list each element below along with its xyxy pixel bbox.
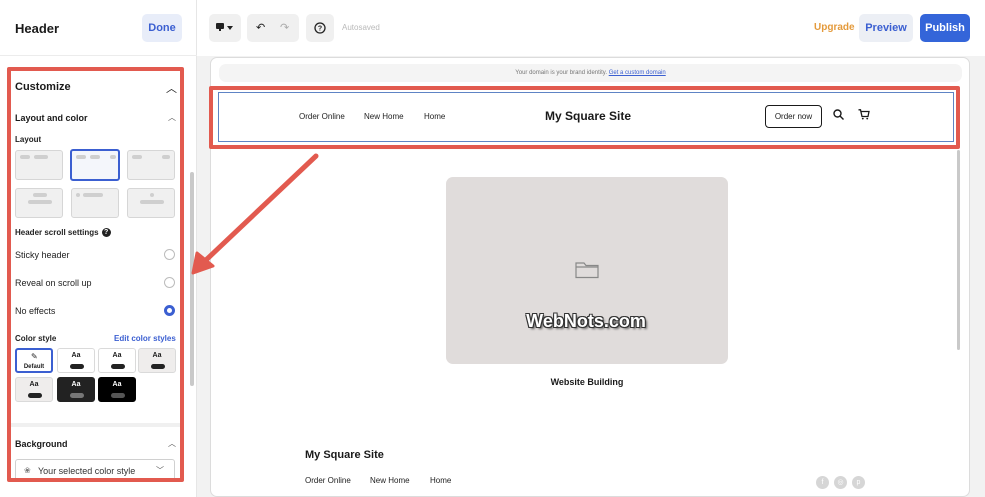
- banner-text: Your domain is your brand identity.: [515, 70, 608, 76]
- chevron-up-icon[interactable]: ︿: [166, 80, 177, 96]
- layout-option[interactable]: [127, 150, 175, 180]
- sidebar-header: Header Done: [0, 0, 197, 56]
- help-button[interactable]: ?: [306, 14, 334, 42]
- background-section-title[interactable]: Background: [15, 439, 68, 449]
- undo-icon[interactable]: ↶: [256, 21, 265, 34]
- facebook-icon[interactable]: f: [816, 476, 829, 489]
- image-caption[interactable]: Website Building: [446, 377, 728, 387]
- color-style-option[interactable]: Aa: [57, 377, 95, 402]
- footer-nav-home[interactable]: Home: [430, 476, 451, 485]
- preview-button[interactable]: Preview: [859, 14, 913, 42]
- radio-no-effects[interactable]: [164, 305, 175, 316]
- sidebar-scrollbar[interactable]: [190, 172, 194, 386]
- color-style-option[interactable]: Aa: [57, 348, 95, 373]
- publish-button[interactable]: Publish: [920, 14, 970, 42]
- swatch-label: Aa: [71, 381, 81, 388]
- palette-icon: ❀: [24, 466, 31, 475]
- scroll-settings-label: Header scroll settings?: [15, 228, 111, 238]
- radio-reveal-on-scroll[interactable]: [164, 277, 175, 288]
- scroll-option-reveal[interactable]: Reveal on scroll up: [15, 278, 92, 288]
- scroll-settings-text: Header scroll settings: [15, 228, 99, 237]
- editor-toolbar: ↶ ↷ ? Autosaved Upgrade Preview Publish: [197, 0, 985, 56]
- swatch-label: Aa: [152, 352, 162, 359]
- desktop-icon: [216, 23, 233, 31]
- divider: [11, 423, 180, 427]
- edit-color-styles-link[interactable]: Edit color styles: [114, 334, 176, 343]
- background-select[interactable]: ❀ Your selected color style ﹀: [15, 459, 175, 478]
- image-placeholder[interactable]: WebNots.com: [446, 177, 728, 364]
- layout-label: Layout: [15, 135, 42, 144]
- background-select-value: Your selected color style: [38, 466, 136, 476]
- help-circle-icon: ?: [314, 22, 326, 34]
- layout-option[interactable]: [15, 188, 63, 218]
- redo-icon[interactable]: ↷: [280, 21, 289, 34]
- color-style-option[interactable]: Aa: [98, 377, 136, 402]
- pinterest-icon[interactable]: p: [852, 476, 865, 489]
- editor-sidebar: Header Done Customize ︿ Layout and color…: [0, 0, 197, 497]
- layout-option-selected[interactable]: [70, 149, 120, 181]
- domain-banner: Your domain is your brand identity. Get …: [219, 64, 962, 82]
- color-style-option[interactable]: Aa: [138, 348, 176, 373]
- chevron-down-icon: ﹀: [156, 466, 164, 475]
- radio-sticky-header[interactable]: [164, 249, 175, 260]
- chevron-up-icon[interactable]: ︿: [168, 438, 176, 449]
- footer-site-title[interactable]: My Square Site: [305, 449, 384, 461]
- chevron-up-icon[interactable]: ︿: [168, 112, 176, 123]
- device-select[interactable]: [209, 14, 241, 42]
- folder-icon: [575, 262, 599, 279]
- footer-nav-new-home[interactable]: New Home: [370, 476, 410, 485]
- done-button[interactable]: Done: [142, 14, 182, 42]
- swatch-label: Aa: [71, 352, 81, 359]
- color-style-default[interactable]: ✎ Default: [15, 348, 53, 373]
- instagram-icon[interactable]: ◎: [834, 476, 847, 489]
- scroll-option-sticky[interactable]: Sticky header: [15, 250, 70, 260]
- layout-option[interactable]: [127, 188, 175, 218]
- undo-redo-group: ↶ ↷: [247, 14, 299, 42]
- header-highlight-box: [209, 86, 960, 149]
- customize-title: Customize: [15, 81, 71, 93]
- layout-color-section-title[interactable]: Layout and color: [15, 113, 88, 123]
- color-style-option[interactable]: Aa: [15, 377, 53, 402]
- customize-panel: Customize ︿ Layout and color ︿ Layout He…: [7, 67, 184, 482]
- upgrade-link[interactable]: Upgrade: [814, 22, 855, 33]
- autosaved-status: Autosaved: [342, 23, 380, 32]
- custom-domain-link[interactable]: Get a custom domain: [609, 70, 666, 76]
- magic-wand-icon: ✎: [31, 352, 38, 361]
- panel-title: Header: [15, 21, 60, 36]
- swatch-label: Aa: [29, 381, 39, 388]
- watermark: WebNots.com: [526, 311, 646, 331]
- swatch-label: Aa: [112, 381, 122, 388]
- default-label: Default: [23, 364, 45, 370]
- help-icon[interactable]: ?: [101, 228, 111, 238]
- layout-option[interactable]: [71, 188, 119, 218]
- scroll-option-no-effects[interactable]: No effects: [15, 306, 55, 316]
- layout-option[interactable]: [15, 150, 63, 180]
- color-style-label: Color style: [15, 334, 57, 343]
- color-style-option[interactable]: Aa: [98, 348, 136, 373]
- swatch-label: Aa: [112, 352, 122, 359]
- footer-nav-order-online[interactable]: Order Online: [305, 476, 351, 485]
- svg-text:?: ?: [318, 26, 322, 33]
- canvas-scrollbar[interactable]: [957, 150, 960, 350]
